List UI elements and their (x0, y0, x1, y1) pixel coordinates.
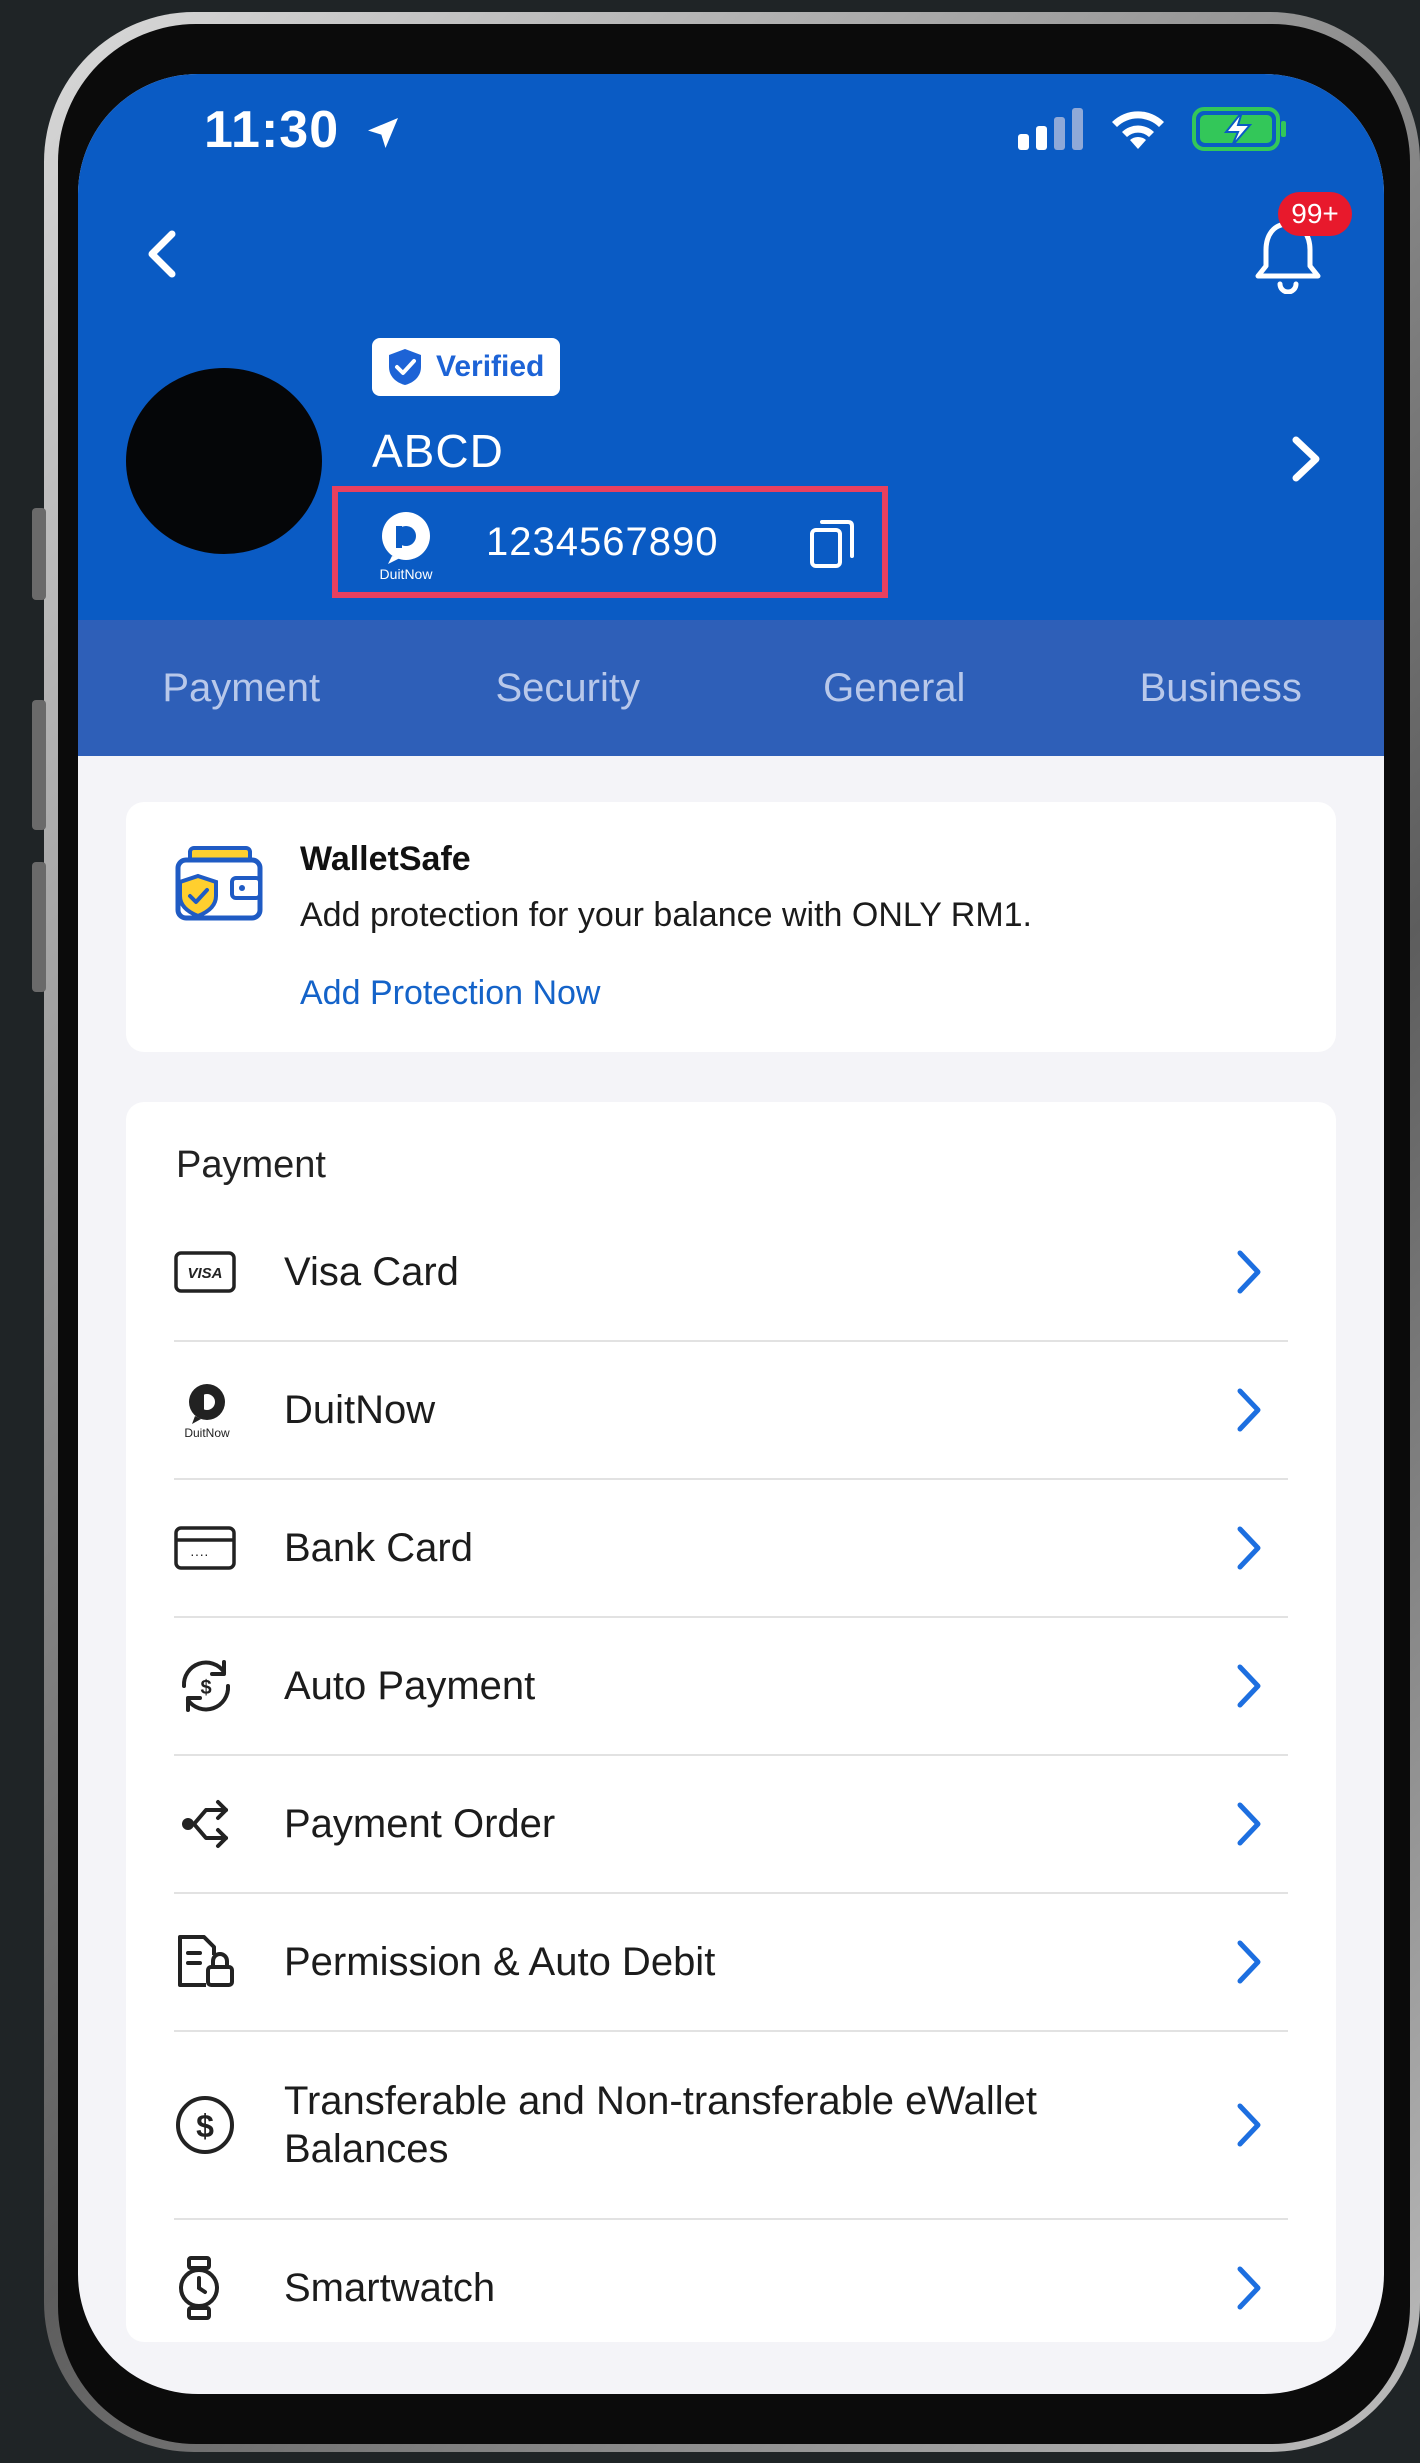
shield-check-icon (389, 349, 421, 385)
tab-general[interactable]: General (731, 620, 1058, 756)
volume-down-button (32, 862, 46, 992)
chevron-right-icon (1204, 1939, 1264, 1985)
auto-payment-icon: $ (174, 1656, 244, 1716)
list-item-bank-card[interactable]: ···· Bank Card (174, 1480, 1288, 1618)
svg-text:····: ···· (190, 1546, 209, 1562)
list-item-label: Visa Card (284, 1250, 459, 1294)
list-item-label: Smartwatch (284, 2266, 496, 2310)
location-arrow-icon (367, 118, 398, 149)
notification-badge: 99+ (1278, 192, 1352, 236)
profile-details-button[interactable] (1288, 434, 1324, 489)
list-item-permission-auto-debit[interactable]: Permission & Auto Debit (174, 1894, 1288, 2032)
duitnow-icon: DuitNow (174, 1380, 244, 1440)
list-item-label: Payment Order (284, 1802, 556, 1846)
status-indicators (1018, 106, 1288, 152)
list-item-auto-payment[interactable]: $ Auto Payment (174, 1618, 1288, 1756)
list-item-duitnow[interactable]: DuitNow DuitNow (174, 1342, 1288, 1480)
list-item-visa-card[interactable]: VISA Visa Card (174, 1204, 1288, 1342)
mute-switch (32, 508, 46, 600)
status-time: 11:30 (204, 100, 403, 160)
signal-icon (1018, 108, 1083, 150)
tab-payment[interactable]: Payment (78, 620, 405, 756)
profile-header: 11:30 99+ Verified ABCD DuitNow 12345678… (78, 74, 1384, 620)
chevron-left-icon (148, 230, 176, 278)
chevron-right-icon (1292, 436, 1320, 482)
verified-label: Verified (436, 350, 545, 383)
duitnow-id-highlight: DuitNow 1234567890 (332, 486, 888, 598)
duitnow-logo-icon: DuitNow (368, 506, 444, 582)
svg-text:DuitNow: DuitNow (380, 566, 434, 582)
list-item-label: Permission & Auto Debit (284, 1940, 716, 1984)
chevron-right-icon (1204, 1801, 1264, 1847)
list-item-label: Transferable and Non-transferable eWalle… (284, 2079, 1037, 2171)
list-item-payment-order[interactable]: Payment Order (174, 1756, 1288, 1894)
svg-text:$: $ (200, 1677, 211, 1699)
list-item-smartwatch[interactable]: Smartwatch (174, 2220, 1288, 2356)
chevron-right-icon (1204, 2265, 1264, 2311)
svg-text:VISA: VISA (187, 1265, 222, 1282)
list-item-label: DuitNow (284, 1388, 436, 1432)
visa-icon: VISA (174, 1251, 244, 1293)
payment-order-icon (174, 1798, 244, 1850)
avatar[interactable] (126, 368, 322, 554)
username: ABCD (372, 425, 504, 477)
chevron-right-icon (1204, 2102, 1264, 2148)
wallet-shield-icon (170, 842, 266, 937)
copy-button[interactable] (806, 516, 858, 577)
status-time-text: 11:30 (204, 101, 340, 159)
chevron-right-icon (1204, 1387, 1264, 1433)
duitnow-id: 1234567890 (486, 520, 719, 564)
tab-security[interactable]: Security (405, 620, 732, 756)
svg-text:$: $ (196, 2108, 214, 2144)
svg-text:DuitNow: DuitNow (184, 1426, 230, 1440)
volume-up-button (32, 700, 46, 830)
copy-icon (810, 520, 854, 568)
wifi-icon (1112, 111, 1164, 149)
add-protection-link[interactable]: Add Protection Now (300, 974, 601, 1013)
list-item-label: Auto Payment (284, 1664, 536, 1708)
chevron-right-icon (1204, 1663, 1264, 1709)
payment-section-card: Payment VISA Visa Card DuitNow DuitNow ·… (126, 1102, 1336, 2342)
phone-screen: 11:30 99+ Verified ABCD DuitNow 12345678… (78, 74, 1384, 2394)
back-button[interactable] (132, 224, 192, 284)
chevron-right-icon (1204, 1249, 1264, 1295)
walletsafe-description: Add protection for your balance with ONL… (300, 896, 1032, 934)
payment-section-title: Payment (176, 1144, 326, 1186)
tab-business[interactable]: Business (1058, 620, 1385, 756)
walletsafe-card: WalletSafe Add protection for your balan… (126, 802, 1336, 1052)
list-item-label: Bank Card (284, 1526, 473, 1570)
battery-charging-icon (1192, 107, 1286, 151)
dollar-circle-icon: $ (174, 2094, 244, 2156)
permission-icon (174, 1933, 244, 1991)
verified-badge: Verified (372, 338, 561, 396)
list-item-ewallet-balances[interactable]: $ Transferable and Non-transferable eWal… (174, 2032, 1288, 2220)
settings-tabs: Payment Security General Business (78, 620, 1384, 756)
chevron-right-icon (1204, 1525, 1264, 1571)
bank-card-icon: ···· (174, 1526, 244, 1570)
smartwatch-icon (174, 2256, 244, 2320)
walletsafe-title: WalletSafe (300, 840, 471, 878)
